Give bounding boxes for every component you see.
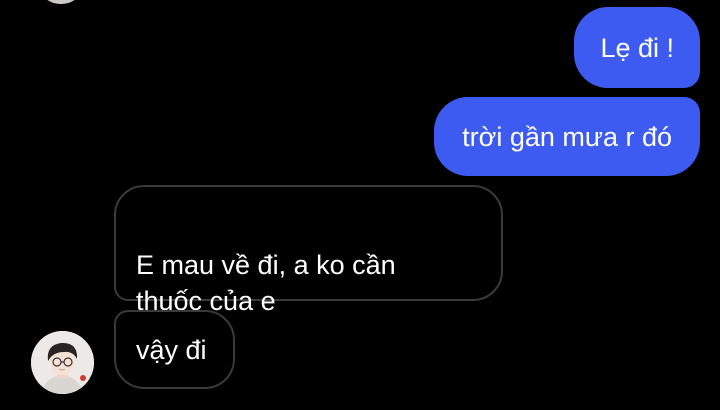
avatar-person-icon (31, 331, 94, 394)
contact-avatar-top-partial[interactable] (36, 0, 86, 4)
incoming-message-bubble[interactable]: vậy đi (114, 310, 235, 389)
message-text: Lẹ đi ! (600, 32, 674, 63)
message-text: vậy đi (136, 334, 207, 365)
contact-avatar[interactable] (31, 331, 94, 394)
incoming-message-bubble[interactable]: E mau về đi, a ko cần thuốc của e (114, 185, 503, 316)
message-text: trời gần mưa r đó (462, 121, 672, 152)
outgoing-message-bubble[interactable]: trời gần mưa r đó (434, 97, 700, 176)
outgoing-message-bubble[interactable]: Lẹ đi ! (574, 7, 700, 88)
message-text: E mau về đi, a ko cần thuốc của e (136, 250, 396, 316)
